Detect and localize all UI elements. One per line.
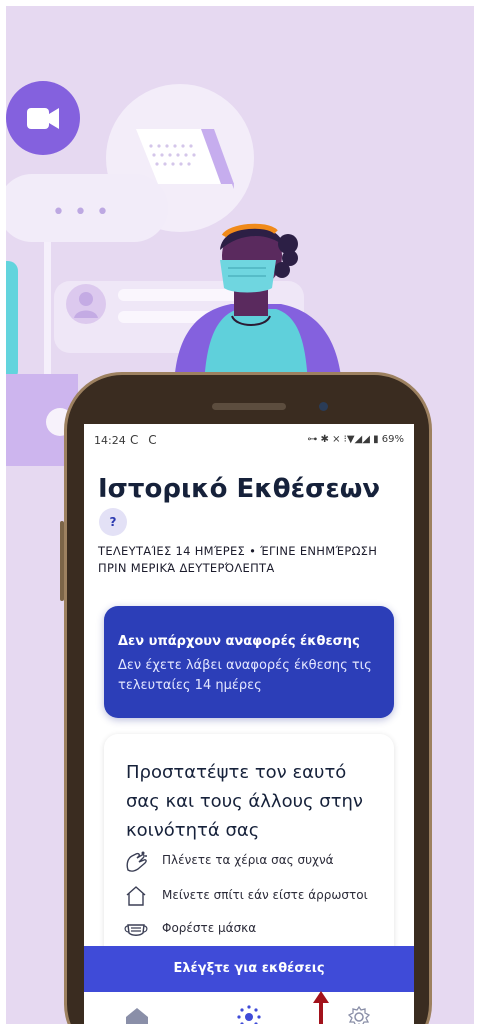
phone-speaker	[212, 403, 286, 410]
nav-exposures[interactable]	[234, 1004, 264, 1024]
page-title: Ιστορικό Εκθέσεων	[98, 474, 381, 504]
annotation-arrow-icon	[313, 991, 329, 1024]
phone-camera	[319, 402, 328, 411]
tip-label: Φορέστε μάσκα	[162, 921, 257, 935]
nav-home[interactable]	[122, 1004, 152, 1024]
tip-label: Πλένετε τα χέρια σας συχνά	[162, 853, 334, 867]
help-button[interactable]: ?	[99, 508, 127, 536]
no-reports-title: Δεν υπάρχουν αναφορές έκθεσης	[118, 634, 360, 649]
protect-title: Προστατέψτε τον εαυτό σας και τους άλλου…	[126, 762, 363, 841]
no-reports-card: Δεν υπάρχουν αναφορές έκθεσης Δεν έχετε …	[104, 606, 394, 718]
last-updated-text: ΤΕΛΕΥΤΑΊΕΣ 14 ΗΜΈΡΕΣ • ΈΓΙΝΕ ΕΝΗΜΈΡΩΣΗ Π…	[98, 544, 378, 575]
video-camera-icon	[27, 108, 59, 129]
nav-settings[interactable]	[344, 1004, 374, 1024]
illustration-pole	[44, 232, 51, 382]
exposure-icon	[237, 1005, 261, 1024]
bottom-nav	[84, 992, 414, 1024]
hand-wash-icon	[126, 851, 147, 872]
phone-screen: 14:24 C C ⊶ ✱ ⨯ ⁝▼◢◢ ▮ 69% Ιστορικό Εκθέ…	[84, 424, 414, 1024]
tip-label: Μείνετε σπίτι εάν είστε άρρωστοι	[162, 888, 368, 902]
sync-icon: C C	[130, 433, 160, 447]
masked-person-illustration	[174, 223, 342, 386]
illustration-person-left	[6, 261, 18, 381]
chat-dots-icon: •••	[52, 200, 118, 225]
no-reports-text: Δεν έχετε λάβει αναφορές έκθεσης τις τελ…	[118, 658, 372, 693]
video-call-badge	[6, 81, 80, 155]
phone-side-button	[60, 521, 64, 601]
settings-icon	[347, 1005, 371, 1024]
mask-icon	[124, 924, 148, 936]
home-icon	[126, 1008, 148, 1024]
home-icon	[126, 886, 146, 906]
status-indicators: ⊶ ✱ ⨯ ⁝▼◢◢ ▮ 69%	[307, 434, 404, 445]
user-avatar-icon	[66, 284, 106, 324]
screenshot-stage: ••• 14:24 C C ⊶ ✱ ⨯ ⁝▼◢◢ ▮ 69% Ιστορικό …	[6, 6, 474, 1024]
status-time: 14:24	[94, 434, 126, 447]
check-exposures-button[interactable]: Ελέγξτε για εκθέσεις	[84, 946, 414, 992]
